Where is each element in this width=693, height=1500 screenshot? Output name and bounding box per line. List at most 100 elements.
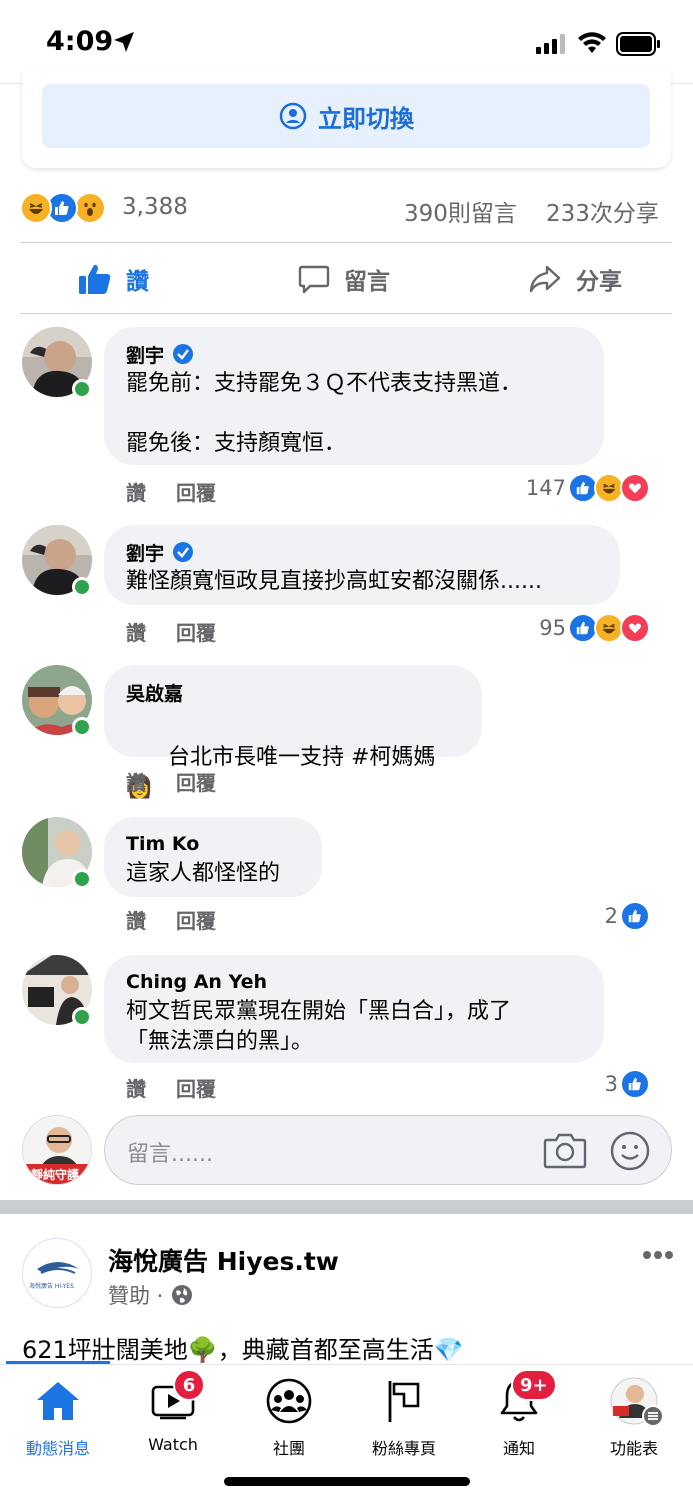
comment-like-button[interactable]: 讚 <box>126 905 146 934</box>
comment-button[interactable]: 留言 <box>298 243 390 315</box>
emoji-smiley-icon[interactable] <box>609 1130 651 1172</box>
comment-bubble[interactable]: 劉宇 難怪顏寬恒政見直接抄高虹安都沒關係...... <box>104 525 620 605</box>
switch-now-button[interactable]: 立即切換 <box>42 84 650 148</box>
comment-like-button[interactable]: 讚 <box>126 617 146 646</box>
commenter-name[interactable]: Ching An Yeh <box>126 971 267 993</box>
share-label: 分享 <box>576 269 622 295</box>
online-status-dot <box>72 869 92 889</box>
comment-reaction-count: 95 <box>539 616 566 640</box>
comment-item: Tim Ko 這家人都怪怪的 讚 回覆 2 <box>22 817 682 937</box>
comment-reactions[interactable]: 147 <box>526 473 650 503</box>
comment-item: Ching An Yeh 柯文哲民眾黨現在開始「黑白合」，成了 「無法漂白的黑」… <box>22 955 682 1105</box>
verified-badge-icon <box>173 542 194 562</box>
notifications-badge: 9+ <box>511 1369 557 1401</box>
comment-like-button[interactable]: 讚 <box>126 477 146 506</box>
comment-bubble[interactable]: 吳啟嘉 台北市長唯一支持 #柯媽媽👩 <box>104 665 482 800</box>
home-indicator <box>224 1477 470 1486</box>
switch-now-label: 立即切換 <box>318 104 414 133</box>
battery-icon <box>616 32 660 56</box>
reaction-summary[interactable] <box>20 192 110 226</box>
cellular-signal-icon <box>536 34 565 54</box>
groups-icon <box>259 1375 319 1427</box>
bell-icon: 9+ <box>489 1369 557 1427</box>
comment-input-placeholder: 留言...... <box>127 1142 213 1167</box>
profile-switch-card: 立即切換 <box>22 70 671 168</box>
tab-label: 通知 <box>502 1439 535 1458</box>
comment-reply-button[interactable]: 回覆 <box>176 767 216 796</box>
status-time: 4:09 <box>46 26 114 57</box>
comment-reply-button[interactable]: 回覆 <box>176 477 216 506</box>
tab-label: 動態消息 <box>25 1439 90 1458</box>
comment-reply-button[interactable]: 回覆 <box>176 1073 216 1102</box>
tab-label: 功能表 <box>609 1439 658 1458</box>
commenter-name[interactable]: 劉宇 <box>126 539 164 566</box>
like-button[interactable]: 讚 <box>78 243 149 315</box>
share-button[interactable]: 分享 <box>528 243 622 315</box>
comment-reactions[interactable]: 95 <box>539 613 650 643</box>
online-status-dot <box>72 717 92 737</box>
tab-label: 社團 <box>272 1439 305 1458</box>
shares-count[interactable]: 233次分享 <box>546 194 659 228</box>
tab-notifications[interactable]: 9+ 通知 <box>461 1369 577 1465</box>
globe-icon <box>172 1285 193 1305</box>
like-reaction-icon <box>620 901 650 931</box>
comment-text: 難怪顏寬恒政見直接抄高虹安都沒關係...... <box>126 569 542 594</box>
home-icon <box>28 1375 88 1427</box>
commenter-name[interactable]: 劉宇 <box>126 341 164 368</box>
tab-label: 粉絲專頁 <box>371 1439 436 1458</box>
comment-bubble[interactable]: Ching An Yeh 柯文哲民眾黨現在開始「黑白合」，成了 「無法漂白的黑」… <box>104 955 604 1063</box>
comment-reactions[interactable]: 3 <box>605 1069 650 1099</box>
haha-reaction-icon <box>20 192 52 224</box>
page-name[interactable]: 海悅廣告 Hiyes.tw <box>108 1242 339 1278</box>
comment-like-button[interactable]: 讚 <box>126 767 146 796</box>
tab-groups[interactable]: 社團 <box>231 1375 347 1465</box>
reaction-count[interactable]: 3,388 <box>122 194 188 220</box>
comment-reactions[interactable]: 2 <box>605 901 650 931</box>
tab-watch[interactable]: 6 Watch <box>115 1369 231 1465</box>
comment-label: 留言 <box>344 269 390 295</box>
tab-news-feed[interactable]: 動態消息 <box>0 1375 116 1465</box>
comment-bubble[interactable]: Tim Ko 這家人都怪怪的 <box>104 817 322 897</box>
wifi-icon <box>578 32 606 53</box>
tab-pages[interactable]: 粉絲專頁 <box>346 1375 462 1465</box>
comment-text: 這家人都怪怪的 <box>126 861 281 886</box>
comment-input[interactable]: 留言...... <box>104 1115 672 1185</box>
post-stats-row: 3,388 390則留言 233次分享 <box>20 190 672 230</box>
feed-separator <box>0 1200 693 1214</box>
comment-text: 柯文哲民眾黨現在開始「黑白合」，成了 「無法漂白的黑」。 <box>126 999 512 1054</box>
commenter-name[interactable]: Tim Ko <box>126 833 199 855</box>
flag-icon <box>374 1375 434 1427</box>
comment-text: 罷免前：支持罷免３Ｑ不代表支持黑道． 罷免後：支持顏寬恒． <box>126 371 523 456</box>
share-arrow-icon <box>529 265 561 293</box>
profile-switch-icon <box>279 102 307 130</box>
current-user-avatar[interactable]: 靜純守護 <box>22 1115 92 1185</box>
comment-like-button[interactable]: 讚 <box>126 1073 146 1102</box>
post-action-bar: 讚 留言 分享 <box>20 242 672 314</box>
comment-item: 吳啟嘉 台北市長唯一支持 #柯媽媽👩 讚 回覆 <box>22 665 682 800</box>
sponsored-label: 贊助 · <box>108 1284 164 1308</box>
more-options-icon[interactable] <box>642 1250 674 1260</box>
online-status-dot <box>72 379 92 399</box>
comment-reaction-count: 2 <box>604 904 618 928</box>
verified-badge-icon <box>173 344 194 364</box>
menu-hamburger-icon <box>642 1405 664 1427</box>
comment-reply-button[interactable]: 回覆 <box>176 617 216 646</box>
menu-profile-icon <box>604 1375 664 1427</box>
page-avatar[interactable]: 海悅廣告 HI-YES <box>22 1238 92 1308</box>
wow-reaction-icon <box>74 192 106 224</box>
tab-menu[interactable]: 功能表 <box>576 1375 692 1465</box>
comment-reaction-count: 147 <box>525 476 566 500</box>
online-status-dot <box>72 577 92 597</box>
sponsored-post: 海悅廣告 HI-YES 海悅廣告 Hiyes.tw 贊助 · 621坪壯闊美地🌳… <box>0 1214 693 1364</box>
like-reaction-icon <box>620 1069 650 1099</box>
tab-label: Watch <box>148 1435 198 1454</box>
online-status-dot <box>72 1007 92 1027</box>
watch-badge: 6 <box>173 1369 205 1401</box>
comments-count[interactable]: 390則留言 <box>404 194 517 228</box>
comment-reply-button[interactable]: 回覆 <box>176 905 216 934</box>
camera-icon[interactable] <box>543 1130 587 1170</box>
commenter-name[interactable]: 吳啟嘉 <box>126 679 183 706</box>
comment-bubble[interactable]: 劉宇 罷免前：支持罷免３Ｑ不代表支持黑道． 罷免後：支持顏寬恒． <box>104 327 604 465</box>
love-reaction-icon <box>620 473 650 503</box>
post-text: 621坪壯闊美地🌳，典藏首都至高生活💎 <box>22 1336 464 1364</box>
